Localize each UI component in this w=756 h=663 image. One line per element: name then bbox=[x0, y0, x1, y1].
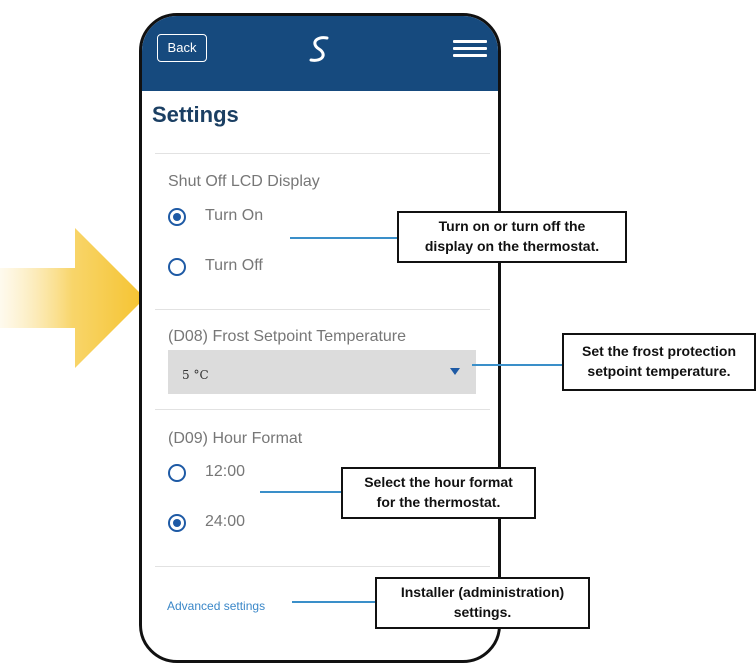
radio-label: Turn On bbox=[205, 207, 264, 224]
phone-frame: Back Settings Shut Off LCD Display Turn … bbox=[139, 13, 501, 663]
divider bbox=[155, 309, 490, 310]
radio-button-checked[interactable] bbox=[168, 514, 186, 532]
callout-text: Installer (administration) bbox=[400, 584, 565, 600]
divider bbox=[155, 566, 490, 567]
divider bbox=[155, 409, 490, 410]
arrow-graphic bbox=[0, 228, 145, 368]
select-value: 5 °C bbox=[182, 368, 209, 382]
app-header: Back bbox=[142, 16, 498, 91]
callout-text: setpoint temperature. bbox=[587, 363, 731, 379]
callout-lcd: Turn on or turn off the display on the t… bbox=[397, 211, 627, 263]
salus-logo-icon bbox=[309, 36, 329, 62]
radio-button[interactable] bbox=[168, 464, 186, 482]
radio-button-checked[interactable] bbox=[168, 208, 186, 226]
hour-section-label: (D09) Hour Format bbox=[168, 430, 303, 447]
lcd-section-label: Shut Off LCD Display bbox=[168, 173, 320, 190]
advanced-settings-link[interactable]: Advanced settings bbox=[167, 599, 265, 613]
callout-text: Select the hour format bbox=[364, 474, 513, 490]
callout-hour: Select the hour format for the thermosta… bbox=[341, 467, 536, 519]
callout-connector bbox=[260, 491, 342, 493]
callout-text: Set the frost protection bbox=[581, 343, 736, 359]
callout-installer: Installer (administration) settings. bbox=[375, 577, 590, 629]
callout-text: Turn on or turn off the bbox=[438, 218, 586, 234]
callout-text: for the thermostat. bbox=[376, 494, 501, 510]
callout-text: settings. bbox=[453, 604, 512, 620]
radio-label: 12:00 bbox=[205, 463, 246, 480]
back-button[interactable]: Back bbox=[157, 34, 207, 62]
callout-text: display on the thermostat. bbox=[424, 238, 600, 254]
hamburger-menu-icon[interactable] bbox=[453, 40, 487, 58]
frost-temperature-select[interactable]: 5 °C bbox=[168, 350, 476, 394]
callout-connector bbox=[472, 364, 564, 366]
callout-frost: Set the frost protection setpoint temper… bbox=[562, 333, 756, 391]
radio-button[interactable] bbox=[168, 258, 186, 276]
callout-connector bbox=[292, 601, 377, 603]
radio-label: 24:00 bbox=[205, 513, 246, 530]
radio-label: Turn Off bbox=[205, 257, 263, 274]
page-title: Settings bbox=[152, 102, 239, 127]
frost-section-label: (D08) Frost Setpoint Temperature bbox=[168, 328, 407, 345]
caret-down-icon bbox=[450, 368, 460, 375]
callout-connector bbox=[290, 237, 398, 239]
divider bbox=[155, 153, 490, 154]
